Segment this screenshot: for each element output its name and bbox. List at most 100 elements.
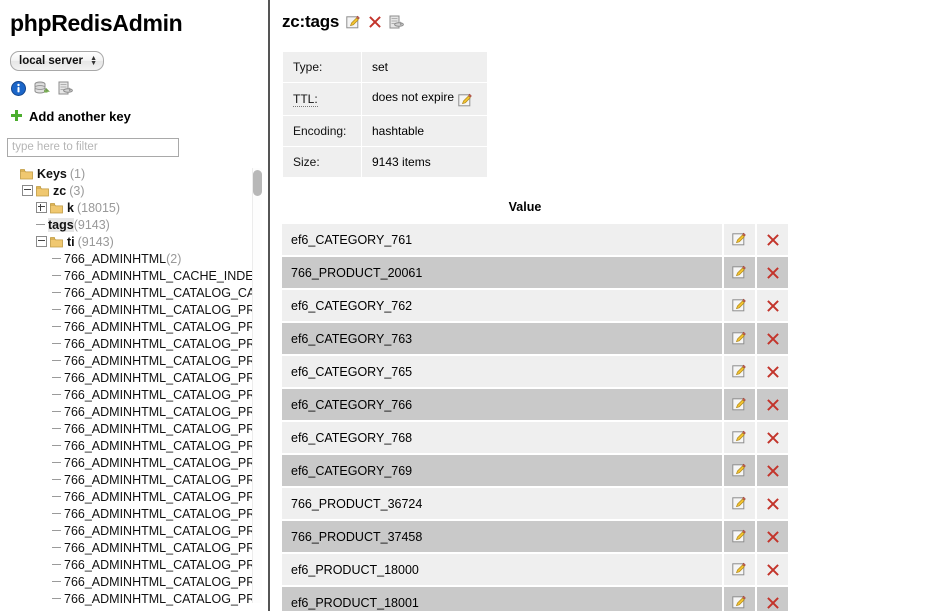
tree-node-tags[interactable]: tags (9143) <box>8 216 258 233</box>
filter-input[interactable] <box>7 137 179 157</box>
edit-value-icon[interactable] <box>722 354 756 390</box>
folder-icon <box>50 235 63 249</box>
collapse-toggle-icon[interactable] <box>36 236 47 247</box>
delete-value-icon[interactable] <box>755 519 788 555</box>
tree-leaf[interactable]: 766_ADMINHTML_CATALOG_PRO <box>8 318 258 335</box>
delete-value-icon[interactable] <box>755 453 788 489</box>
tree-leaf[interactable]: 766_ADMINHTML_CACHE_INDEX( <box>8 267 258 284</box>
tree-connector <box>52 547 61 548</box>
tree-leaf-label: 766_ADMINHTML <box>64 251 167 266</box>
tree-node-label: Keys <box>37 166 67 181</box>
tree-leaf-label: 766_ADMINHTML_CATALOG_PRO <box>64 370 258 385</box>
info-row: Type: set <box>282 51 488 83</box>
tree-connector <box>52 530 61 531</box>
tree-node-count: (9143) <box>77 234 114 249</box>
tree-leaf[interactable]: 766_ADMINHTML_CATALOG_PRO <box>8 607 258 611</box>
server-import-icon[interactable] <box>34 81 50 96</box>
edit-value-icon[interactable] <box>722 585 756 611</box>
tree-connector <box>52 377 61 378</box>
tree-leaf[interactable]: 766_ADMINHTML_CATALOG_PRO <box>8 352 258 369</box>
tree-leaf[interactable]: 766_ADMINHTML_CATALOG_PRO <box>8 539 258 556</box>
tree-node-ti[interactable]: ti (9143) <box>8 233 258 250</box>
delete-key-icon[interactable] <box>368 15 382 29</box>
tree-leaf[interactable]: 766_ADMINHTML_CATALOG_PRO <box>8 335 258 352</box>
tree-scrollbar-thumb[interactable] <box>253 170 262 196</box>
tree-leaf[interactable]: 766_ADMINHTML_CATALOG_PRO <box>8 590 258 607</box>
collapse-toggle-icon[interactable] <box>22 185 33 196</box>
page-root: phpRedisAdmin local server ▲ ▼ Add anoth… <box>0 0 940 611</box>
tree-node-label: k <box>67 200 74 215</box>
key-tree: Keys (1) zc (3) k (18015) tags (9143) ti (9143) 76… <box>0 163 258 611</box>
table-row: ef6_PRODUCT_18001 <box>282 585 788 611</box>
edit-value-icon[interactable] <box>722 486 756 522</box>
tree-leaf[interactable]: 766_ADMINHTML_CATALOG_PRO <box>8 386 258 403</box>
edit-key-icon[interactable] <box>346 15 361 30</box>
delete-value-icon[interactable] <box>755 486 788 522</box>
tree-leaf[interactable]: 766_ADMINHTML_CATALOG_PRO <box>8 573 258 590</box>
info-row-value-text: set <box>372 60 389 74</box>
value-column-header: Value <box>508 200 542 215</box>
tree-scrollbar[interactable] <box>252 168 262 603</box>
tree-leaf-label: 766_ADMINHTML_CATALOG_PRO <box>64 574 258 589</box>
delete-value-icon[interactable] <box>755 585 788 611</box>
tree-leaf[interactable]: 766_ADMINHTML_CATALOG_PRO <box>8 488 258 505</box>
tree-leaf-label: 766_ADMINHTML_CATALOG_PRO <box>64 523 258 538</box>
server-select[interactable]: local server <box>10 51 104 71</box>
table-row: ef6_CATEGORY_766 <box>282 387 788 423</box>
tree-node-zc[interactable]: zc (3) <box>8 182 258 199</box>
tree-node-count: (3) <box>69 183 85 198</box>
tree-leaf[interactable]: 766_ADMINHTML_CATALOG_PRO <box>8 301 258 318</box>
tree-leaf[interactable]: 766_ADMINHTML (2) <box>8 250 258 267</box>
delete-value-icon[interactable] <box>755 552 788 588</box>
edit-value-icon[interactable] <box>722 420 756 456</box>
tree-leaf[interactable]: 766_ADMINHTML_CATALOG_PRO <box>8 403 258 420</box>
tree-leaf[interactable]: 766_ADMINHTML_CATALOG_PRO <box>8 505 258 522</box>
expand-toggle-icon[interactable] <box>36 202 47 213</box>
server-export-icon[interactable] <box>58 81 74 96</box>
tree-node-count: (1) <box>69 166 86 181</box>
table-row: ef6_CATEGORY_769 <box>282 453 788 489</box>
tree-leaf-label: 766_ADMINHTML_CATALOG_PRO <box>64 591 258 606</box>
edit-value-icon[interactable] <box>722 387 756 423</box>
tree-leaf[interactable]: 766_ADMINHTML_CATALOG_PRO <box>8 454 258 471</box>
filter-row <box>7 137 268 157</box>
info-row-value-text: does not expire <box>372 90 455 104</box>
tree-leaf[interactable]: 766_ADMINHTML_CATALOG_PRO <box>8 522 258 539</box>
tree-leaf-label: 766_ADMINHTML_CATALOG_PRO <box>64 404 258 419</box>
delete-value-icon[interactable] <box>755 255 788 291</box>
edit-value-icon[interactable] <box>722 255 756 291</box>
value-cell: ef6_CATEGORY_762 <box>282 288 723 324</box>
key-tree-container[interactable]: Keys (1) zc (3) k (18015) tags (9143) ti (9143) 76… <box>0 163 268 611</box>
edit-value-icon[interactable] <box>722 321 756 357</box>
tree-leaf[interactable]: 766_ADMINHTML_CATALOG_PRO <box>8 420 258 437</box>
tree-node-label: tags <box>48 217 74 232</box>
delete-value-icon[interactable] <box>755 387 788 423</box>
tree-leaf[interactable]: 766_ADMINHTML_CATALOG_CATI <box>8 284 258 301</box>
delete-value-icon[interactable] <box>755 321 788 357</box>
tree-leaf-label: 766_ADMINHTML_CATALOG_PRO <box>64 387 258 402</box>
delete-value-icon[interactable] <box>755 420 788 456</box>
app-brand-title: phpRedisAdmin <box>10 10 183 36</box>
plus-icon <box>10 107 23 125</box>
export-key-icon[interactable] <box>389 15 405 30</box>
delete-value-icon[interactable] <box>755 288 788 324</box>
tree-leaf-label: 766_ADMINHTML_CATALOG_PRO <box>64 557 258 572</box>
tree-leaf[interactable]: 766_ADMINHTML_CATALOG_PRO <box>8 369 258 386</box>
edit-value-icon[interactable] <box>722 222 756 258</box>
edit-value-icon[interactable] <box>722 519 756 555</box>
tree-leaf[interactable]: 766_ADMINHTML_CATALOG_PRO <box>8 437 258 454</box>
info-icon[interactable] <box>11 81 26 96</box>
edit-ttl-icon[interactable] <box>458 93 473 107</box>
delete-value-icon[interactable] <box>755 354 788 390</box>
key-info-table: Type: set TTL: does not expire Encoding: hash… <box>282 51 488 179</box>
tree-connector <box>52 479 61 480</box>
edit-value-icon[interactable] <box>722 453 756 489</box>
tree-node-keys[interactable]: Keys (1) <box>8 165 258 182</box>
add-another-key-button[interactable]: Add another key <box>10 107 268 125</box>
delete-value-icon[interactable] <box>755 222 788 258</box>
edit-value-icon[interactable] <box>722 552 756 588</box>
tree-leaf[interactable]: 766_ADMINHTML_CATALOG_PRO <box>8 471 258 488</box>
edit-value-icon[interactable] <box>722 288 756 324</box>
tree-node-k[interactable]: k (18015) <box>8 199 258 216</box>
tree-leaf[interactable]: 766_ADMINHTML_CATALOG_PRO <box>8 556 258 573</box>
